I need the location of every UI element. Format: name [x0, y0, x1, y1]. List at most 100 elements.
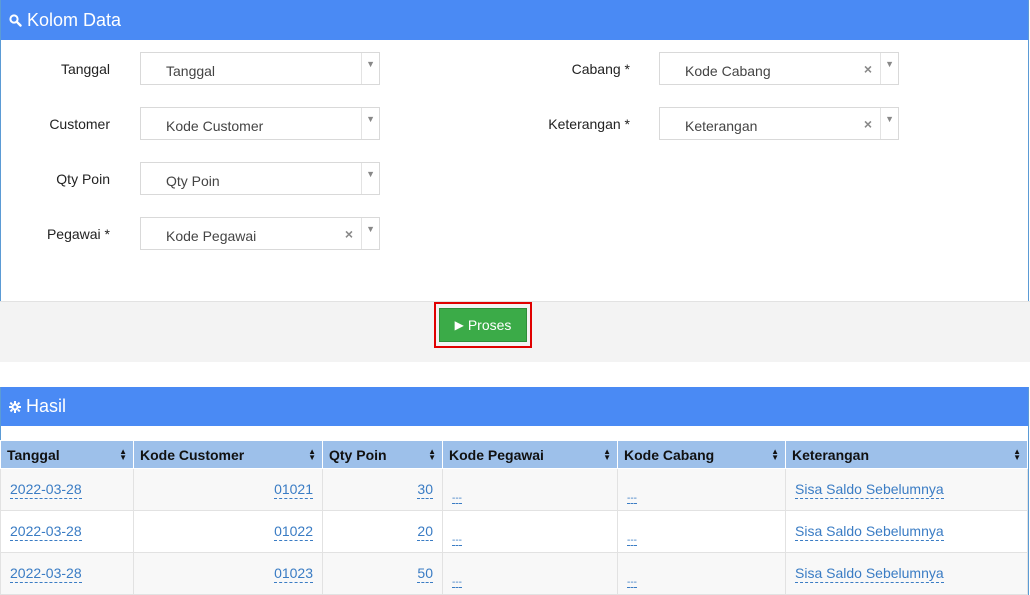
- cell-kode-customer: 01022: [133, 510, 323, 553]
- editable-kode-cabang[interactable]: ---: [627, 577, 637, 588]
- col-header-label: Kode Customer: [140, 446, 245, 463]
- editable-kode-customer[interactable]: 01023: [274, 565, 313, 583]
- editable-kode-customer[interactable]: 01022: [274, 523, 313, 541]
- table-header-row: Tanggal ▲ ▼ Kode Customer ▲ ▼ Qty Poin ▲ ▼ Kod…: [0, 440, 1028, 469]
- table-row: 2022-03-28 01023 50 --- --- Sisa Saldo S…: [0, 552, 1028, 595]
- cell-kode-cabang: ---: [617, 552, 786, 595]
- editable-keterangan[interactable]: Sisa Saldo Sebelumnya: [795, 565, 944, 583]
- clear-icon[interactable]: ×: [345, 226, 353, 242]
- col-header-keterangan[interactable]: Keterangan ▲ ▼: [785, 440, 1028, 469]
- cell-tanggal: 2022-03-28: [0, 510, 134, 553]
- search-icon: [9, 13, 22, 27]
- tanggal-label: Tanggal: [60, 61, 110, 77]
- cell-kode-customer: 01021: [133, 468, 323, 511]
- editable-qty-poin[interactable]: 50: [417, 565, 433, 583]
- kolom-data-header: Kolom Data: [1, 0, 1028, 40]
- chevron-down-icon[interactable]: ▼: [366, 169, 375, 179]
- chevron-down-icon[interactable]: ▼: [885, 114, 894, 124]
- cell-kode-pegawai: ---: [442, 510, 618, 553]
- proses-button[interactable]: ▶ Proses: [439, 308, 527, 342]
- chevron-down-icon[interactable]: ▼: [366, 59, 375, 69]
- keterangan-select[interactable]: Keterangan × ▼: [659, 107, 899, 140]
- sort-icon[interactable]: ▲ ▼: [119, 448, 127, 462]
- cell-tanggal: 2022-03-28: [0, 468, 134, 511]
- editable-qty-poin[interactable]: 20: [417, 523, 433, 541]
- sort-icon[interactable]: ▲ ▼: [428, 448, 436, 462]
- cell-qty-poin: 50: [322, 552, 443, 595]
- cell-kode-cabang: ---: [617, 510, 786, 553]
- editable-keterangan[interactable]: Sisa Saldo Sebelumnya: [795, 523, 944, 541]
- editable-kode-pegawai[interactable]: ---: [452, 493, 462, 504]
- kolom-data-title: Kolom Data: [27, 9, 122, 30]
- customer-separator: [361, 108, 362, 139]
- editable-kode-cabang[interactable]: ---: [627, 535, 637, 546]
- editable-tanggal[interactable]: 2022-03-28: [10, 523, 82, 541]
- keterangan-placeholder: Keterangan: [685, 118, 758, 134]
- customer-label: Customer: [49, 116, 110, 132]
- col-header-label: Qty Poin: [329, 446, 387, 463]
- editable-kode-pegawai[interactable]: ---: [452, 535, 462, 546]
- editable-tanggal[interactable]: 2022-03-28: [10, 565, 82, 583]
- cell-kode-pegawai: ---: [442, 552, 618, 595]
- col-header-tanggal[interactable]: Tanggal ▲ ▼: [0, 440, 134, 469]
- sort-icon[interactable]: ▲ ▼: [603, 448, 611, 462]
- col-header-label: Keterangan: [792, 446, 870, 463]
- cell-keterangan: Sisa Saldo Sebelumnya: [785, 468, 1028, 511]
- tanggal-select[interactable]: Tanggal ▼: [140, 52, 380, 85]
- qty-poin-label: Qty Poin: [56, 171, 110, 187]
- cell-kode-cabang: ---: [617, 468, 786, 511]
- col-header-kode-cabang[interactable]: Kode Cabang ▲ ▼: [617, 440, 786, 469]
- hasil-table: Tanggal ▲ ▼ Kode Customer ▲ ▼ Qty Poin ▲ ▼ Kod…: [0, 440, 1028, 595]
- sort-icon[interactable]: ▲ ▼: [1013, 448, 1021, 462]
- col-header-kode-customer[interactable]: Kode Customer ▲ ▼: [133, 440, 323, 469]
- sort-icon[interactable]: ▲ ▼: [308, 448, 316, 462]
- cabang-label: Cabang *: [571, 61, 630, 77]
- qty-poin-placeholder: Qty Poin: [166, 173, 220, 189]
- table-row: 2022-03-28 01022 20 --- --- Sisa Saldo S…: [0, 510, 1028, 553]
- clear-icon[interactable]: ×: [864, 116, 872, 132]
- proses-highlight: ▶ Proses: [434, 302, 532, 348]
- cabang-select[interactable]: Kode Cabang × ▼: [659, 52, 899, 85]
- qty-separator: [361, 163, 362, 194]
- editable-kode-cabang[interactable]: ---: [627, 493, 637, 504]
- editable-kode-customer[interactable]: 01021: [274, 481, 313, 499]
- cell-tanggal: 2022-03-28: [0, 552, 134, 595]
- play-icon: ▶: [454, 318, 464, 332]
- cell-keterangan: Sisa Saldo Sebelumnya: [785, 552, 1028, 595]
- cell-qty-poin: 30: [322, 468, 443, 511]
- customer-select[interactable]: Kode Customer ▼: [140, 107, 380, 140]
- proses-label: Proses: [467, 317, 512, 333]
- chevron-down-icon[interactable]: ▼: [885, 59, 894, 69]
- cabang-placeholder: Kode Cabang: [685, 63, 771, 79]
- pegawai-select[interactable]: Kode Pegawai × ▼: [140, 217, 380, 250]
- pegawai-placeholder: Kode Pegawai: [166, 228, 257, 244]
- qty-poin-select[interactable]: Qty Poin ▼: [140, 162, 380, 195]
- col-header-label: Kode Pegawai: [449, 446, 544, 463]
- cell-qty-poin: 20: [322, 510, 443, 553]
- editable-kode-pegawai[interactable]: ---: [452, 577, 462, 588]
- cell-kode-pegawai: ---: [442, 468, 618, 511]
- cabang-separator: [880, 53, 881, 84]
- editable-qty-poin[interactable]: 30: [417, 481, 433, 499]
- col-header-qty-poin[interactable]: Qty Poin ▲ ▼: [322, 440, 443, 469]
- hasil-table-wrap: Tanggal ▲ ▼ Kode Customer ▲ ▼ Qty Poin ▲ ▼ Kod…: [0, 440, 1029, 595]
- pegawai-label: Pegawai *: [46, 226, 110, 242]
- col-header-kode-pegawai[interactable]: Kode Pegawai ▲ ▼: [442, 440, 618, 469]
- clear-icon[interactable]: ×: [864, 61, 872, 77]
- chevron-down-icon[interactable]: ▼: [366, 224, 375, 234]
- hasil-header: Hasil: [1, 387, 1028, 426]
- customer-placeholder: Kode Customer: [166, 118, 264, 134]
- tanggal-placeholder: Tanggal: [166, 63, 216, 79]
- pegawai-separator: [361, 218, 362, 249]
- cell-kode-customer: 01023: [133, 552, 323, 595]
- chevron-down-icon[interactable]: ▼: [366, 114, 375, 124]
- editable-keterangan[interactable]: Sisa Saldo Sebelumnya: [795, 481, 944, 499]
- sort-icon[interactable]: ▲ ▼: [771, 448, 779, 462]
- editable-tanggal[interactable]: 2022-03-28: [10, 481, 82, 499]
- col-header-label: Kode Cabang: [624, 446, 715, 463]
- form-area: Tanggal Tanggal ▼ Customer Kode Customer…: [1, 40, 1028, 301]
- col-header-label: Tanggal: [7, 446, 60, 463]
- hasil-title: Hasil: [26, 396, 67, 416]
- keterangan-label: Keterangan *: [548, 116, 630, 132]
- gear-icon: [9, 400, 21, 413]
